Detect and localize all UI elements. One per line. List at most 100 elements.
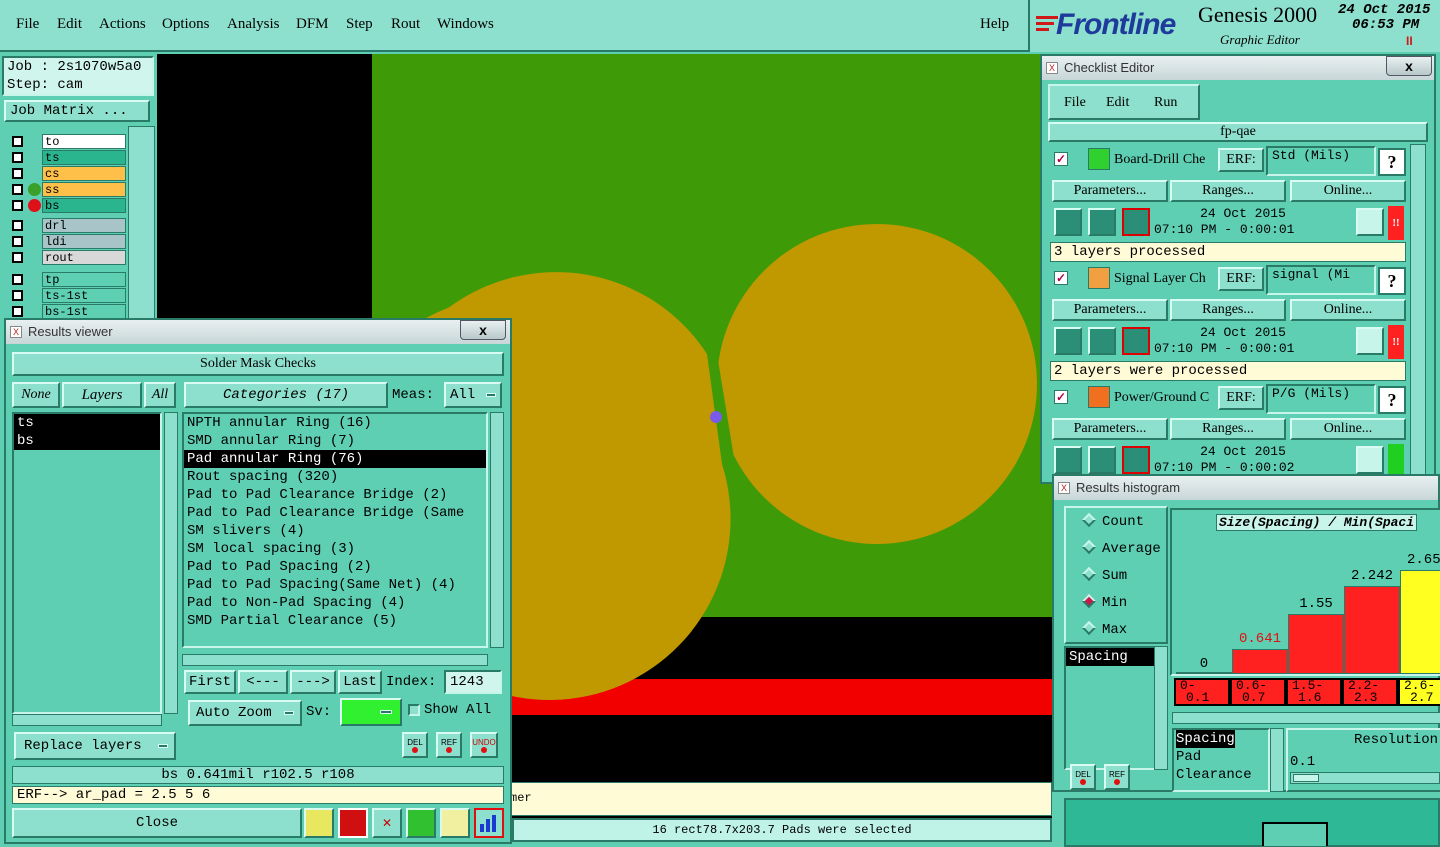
histogram-bar[interactable] bbox=[1344, 586, 1400, 674]
prev-button[interactable]: <--- bbox=[238, 670, 288, 694]
del-button[interactable]: DEL bbox=[402, 732, 428, 758]
histogram-bar[interactable] bbox=[1176, 672, 1232, 674]
meas-dropdown[interactable]: All bbox=[444, 382, 502, 408]
layer-row[interactable]: ss bbox=[10, 182, 126, 197]
category-list[interactable]: NPTH annular Ring (16) SMD annular Ring (… bbox=[182, 412, 488, 648]
layer-row[interactable]: bs bbox=[10, 198, 126, 213]
layer-list-hscrollbar[interactable] bbox=[12, 714, 162, 726]
categories-button[interactable]: Categories (17) bbox=[184, 382, 388, 408]
pause-icon[interactable]: II bbox=[1406, 34, 1413, 48]
help-button[interactable]: ? bbox=[1378, 386, 1406, 414]
replace-layers-dropdown[interactable]: Replace layers bbox=[14, 732, 176, 760]
checklist-menu-run[interactable]: Run bbox=[1154, 95, 1177, 111]
layer-row[interactable]: ldi bbox=[10, 234, 126, 249]
layer-row[interactable]: bs-1st bbox=[10, 304, 126, 319]
show-all-checkbox[interactable] bbox=[408, 704, 420, 716]
checklist-menu-file[interactable]: File bbox=[1064, 95, 1086, 111]
menu-step[interactable]: Step bbox=[346, 16, 373, 33]
category-item[interactable]: Pad to Pad Clearance Bridge (2) bbox=[184, 486, 486, 504]
layer-row[interactable]: cs bbox=[10, 166, 126, 181]
online-button[interactable]: Online... bbox=[1290, 180, 1406, 202]
slider-handle[interactable] bbox=[1293, 774, 1319, 782]
list-item[interactable]: ts bbox=[14, 414, 160, 432]
list-item[interactable]: Spacing bbox=[1066, 648, 1154, 666]
close-icon[interactable]: x bbox=[460, 320, 506, 340]
export-icon[interactable] bbox=[338, 808, 368, 838]
info-scrollbar[interactable] bbox=[1270, 728, 1284, 792]
menu-actions[interactable]: Actions bbox=[99, 16, 146, 33]
menu-help[interactable]: Help bbox=[980, 16, 1009, 33]
erf-value[interactable]: Std (Mils) bbox=[1266, 146, 1376, 176]
category-item[interactable]: SMD Partial Clearance (5) bbox=[184, 612, 486, 630]
run-step-icon[interactable] bbox=[1088, 208, 1116, 236]
layer-row[interactable]: drl bbox=[10, 218, 126, 233]
category-item[interactable]: SM slivers (4) bbox=[184, 522, 486, 540]
menu-options[interactable]: Options bbox=[162, 16, 210, 33]
category-item[interactable]: Pad to Non-Pad Spacing (4) bbox=[184, 594, 486, 612]
checklist-item-checkbox[interactable]: ✓ bbox=[1054, 152, 1068, 166]
mode-radio[interactable]: Sum bbox=[1081, 566, 1127, 584]
category-item[interactable]: NPTH annular Ring (16) bbox=[184, 414, 486, 432]
radio-diamond-icon[interactable] bbox=[1081, 620, 1097, 636]
run-stop-icon[interactable] bbox=[1122, 327, 1150, 355]
job-matrix-button[interactable]: Job Matrix ... bbox=[4, 100, 150, 122]
close-icon[interactable]: x bbox=[1386, 56, 1432, 76]
category-item[interactable]: Pad to Pad Spacing(Same Net) (4) bbox=[184, 576, 486, 594]
category-hscrollbar[interactable] bbox=[182, 654, 488, 666]
help-button[interactable]: ? bbox=[1378, 148, 1406, 176]
layers-button[interactable]: Layers bbox=[62, 382, 142, 408]
layer-checkbox[interactable] bbox=[12, 136, 23, 147]
index-field[interactable]: 1243 bbox=[444, 670, 502, 694]
checklist-titlebar[interactable]: X Checklist Editor bbox=[1042, 56, 1434, 80]
zoom-icon[interactable] bbox=[1356, 327, 1384, 355]
histogram-field-list[interactable]: Spacing bbox=[1064, 646, 1156, 770]
run-icon[interactable] bbox=[1054, 446, 1082, 474]
histogram-bar[interactable] bbox=[1288, 614, 1344, 674]
layer-row[interactable]: ts-1st bbox=[10, 288, 126, 303]
layer-results-list[interactable]: ts bs bbox=[12, 412, 162, 714]
layer-row[interactable]: rout bbox=[10, 250, 126, 265]
checklist-item-checkbox[interactable]: ✓ bbox=[1054, 271, 1068, 285]
ranges-button[interactable]: Ranges... bbox=[1170, 180, 1286, 202]
menu-file[interactable]: File bbox=[16, 16, 39, 33]
report-icon[interactable] bbox=[440, 808, 470, 838]
list-item[interactable]: bs bbox=[14, 432, 160, 450]
close-button[interactable]: Close bbox=[12, 808, 302, 838]
mode-radio[interactable]: Average bbox=[1081, 539, 1161, 557]
layer-list-scrollbar[interactable] bbox=[164, 412, 178, 714]
last-button[interactable]: Last bbox=[338, 670, 382, 694]
menu-dfm[interactable]: DFM bbox=[296, 16, 329, 33]
resolution-slider[interactable] bbox=[1290, 772, 1440, 784]
layer-checkbox[interactable] bbox=[12, 220, 23, 231]
run-step-icon[interactable] bbox=[1088, 327, 1116, 355]
run-stop-icon[interactable] bbox=[1122, 446, 1150, 474]
category-item[interactable]: Pad to Pad Clearance Bridge (Same bbox=[184, 504, 486, 522]
ranges-button[interactable]: Ranges... bbox=[1170, 418, 1286, 440]
all-button[interactable]: All bbox=[144, 382, 176, 408]
chart-hscrollbar[interactable] bbox=[1172, 712, 1440, 724]
checklist-menu-edit[interactable]: Edit bbox=[1106, 95, 1129, 111]
layer-row[interactable]: tp bbox=[10, 272, 126, 287]
layer-checkbox[interactable] bbox=[12, 200, 23, 211]
undo-button[interactable]: UNDO bbox=[470, 732, 498, 758]
histogram-bar[interactable] bbox=[1232, 649, 1288, 674]
run-icon[interactable] bbox=[1054, 327, 1082, 355]
mode-radio[interactable]: Max bbox=[1081, 620, 1127, 638]
info-icon[interactable] bbox=[304, 808, 334, 838]
erf-icon[interactable]: ✕ bbox=[372, 808, 402, 838]
category-scrollbar[interactable] bbox=[490, 412, 504, 648]
layer-checkbox[interactable] bbox=[12, 274, 23, 285]
help-button[interactable]: ? bbox=[1378, 267, 1406, 295]
erf-value[interactable]: P/G (Mils) bbox=[1266, 384, 1376, 414]
radio-diamond-icon[interactable] bbox=[1081, 512, 1097, 528]
run-stop-icon[interactable] bbox=[1122, 208, 1150, 236]
results-viewer-titlebar[interactable]: X Results viewer bbox=[6, 320, 510, 344]
radio-diamond-icon[interactable] bbox=[1081, 593, 1097, 609]
parameters-button[interactable]: Parameters... bbox=[1052, 418, 1168, 440]
field-list-scrollbar[interactable] bbox=[1154, 646, 1168, 770]
zoom-icon[interactable] bbox=[1356, 208, 1384, 236]
mode-radio[interactable]: Min bbox=[1081, 593, 1127, 611]
checklist-item-checkbox[interactable]: ✓ bbox=[1054, 390, 1068, 404]
layer-checkbox[interactable] bbox=[12, 252, 23, 263]
layer-row[interactable]: ts bbox=[10, 150, 126, 165]
